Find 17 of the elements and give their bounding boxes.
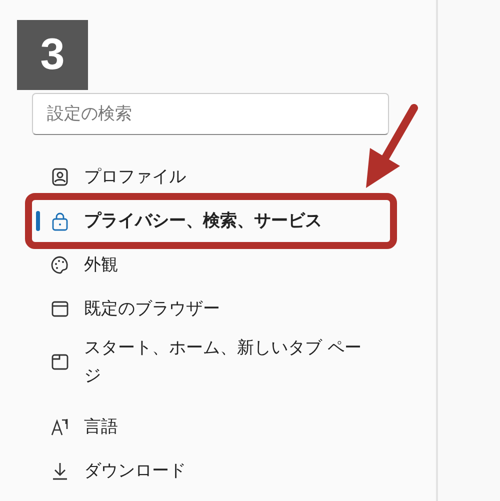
lock-icon xyxy=(50,211,70,231)
tab-icon xyxy=(50,352,70,372)
nav-item[interactable]: ダウンロード xyxy=(50,449,186,493)
palette-icon xyxy=(50,255,70,275)
window-icon xyxy=(50,299,70,319)
nav-item[interactable]: 既定のブラウザー xyxy=(50,287,220,331)
nav-item[interactable]: スタート、ホーム、新しいタブ ページ xyxy=(50,331,369,393)
search-field[interactable]: 設定の検索 xyxy=(32,93,389,135)
nav-item[interactable]: プライバシー、検索、サービス xyxy=(50,199,322,243)
nav-item[interactable]: 外観 xyxy=(50,243,118,287)
profile-icon xyxy=(50,167,70,187)
download-icon xyxy=(50,461,70,481)
nav-item[interactable]: 言語 xyxy=(50,405,118,449)
selection-indicator xyxy=(36,211,40,231)
step-number: 3 xyxy=(17,20,88,90)
nav-item[interactable]: プロファイル xyxy=(50,155,186,199)
language-icon xyxy=(50,417,70,437)
